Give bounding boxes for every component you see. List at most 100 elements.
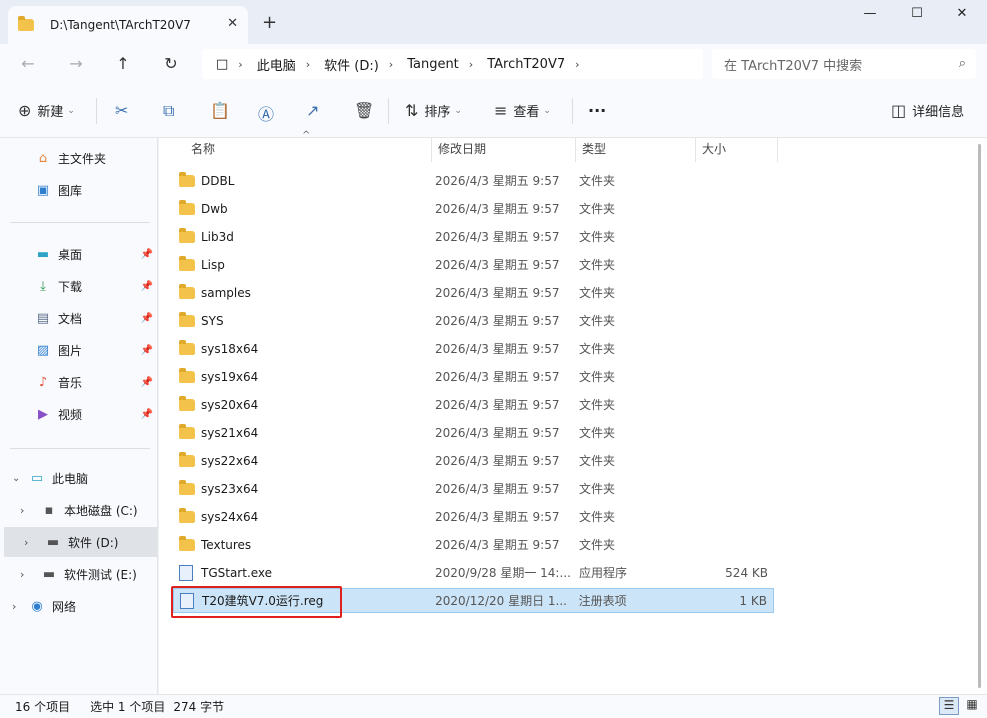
file-type: 文件夹 xyxy=(579,426,616,440)
table-row[interactable]: Lib3d 2026/4/3 星期五 9:57 文件夹 xyxy=(173,224,774,249)
sidebar-item-this-pc[interactable]: ⌄ ▭ 此电脑 xyxy=(0,463,157,493)
sidebar-item-drive-d[interactable]: › ▬ 软件 (D:) xyxy=(4,527,157,557)
sidebar-item-pictures[interactable]: ▨ 图片 📌 xyxy=(0,335,157,365)
search-input[interactable]: 在 TArchT20V7 中搜索 xyxy=(724,55,862,74)
sidebar-item-music[interactable]: ♪ 音乐 📌 xyxy=(0,367,157,397)
column-size[interactable]: 大小 xyxy=(696,138,778,162)
chevron-right-icon[interactable]: › xyxy=(306,58,310,71)
paste-button[interactable]: 📋 xyxy=(210,101,230,120)
sidebar-item-home[interactable]: ⌂ 主文件夹 xyxy=(0,143,157,173)
file-type: 文件夹 xyxy=(579,314,616,328)
breadcrumb-this-pc[interactable]: 此电脑 xyxy=(257,55,296,74)
view-button[interactable]: ≡ 查看 ⌄ xyxy=(494,101,551,120)
folder-icon xyxy=(179,311,195,327)
tab-close-icon[interactable]: ✕ xyxy=(227,16,238,31)
chevron-right-icon[interactable]: › xyxy=(238,58,242,71)
pin-icon[interactable]: 📌 xyxy=(141,377,153,388)
file-type: 文件夹 xyxy=(579,258,616,272)
sidebar-item-label: 文档 xyxy=(58,311,83,326)
pin-icon[interactable]: 📌 xyxy=(141,345,153,356)
back-button[interactable]: ← xyxy=(17,54,39,76)
sidebar-item-drive-c[interactable]: › ▪ 本地磁盘 (C:) xyxy=(0,495,157,525)
table-row[interactable]: Textures 2026/4/3 星期五 9:57 文件夹 xyxy=(173,532,774,557)
breadcrumb-tangent[interactable]: Tangent xyxy=(407,57,459,72)
sidebar-item-network[interactable]: › ◉ 网络 xyxy=(0,591,157,621)
folder-icon xyxy=(179,199,195,215)
sidebar-item-gallery[interactable]: ▣ 图库 xyxy=(0,175,157,205)
new-button[interactable]: ⊕ 新建 ⌄ xyxy=(18,101,75,120)
rename-button[interactable]: Ⓐ xyxy=(258,101,274,125)
sidebar-item-label: 主文件夹 xyxy=(58,151,107,166)
chevron-right-icon[interactable]: › xyxy=(469,58,473,71)
tab-current[interactable]: D:\Tangent\TArchT20V7 ✕ xyxy=(8,6,248,44)
share-button[interactable]: ↗ xyxy=(306,101,319,120)
chevron-down-icon[interactable]: ⌄ xyxy=(12,473,28,484)
forward-button[interactable]: → xyxy=(65,54,87,76)
folder-icon xyxy=(179,367,195,383)
sidebar-item-downloads[interactable]: ⤓ 下载 📌 xyxy=(0,271,157,301)
details-view-button[interactable]: ☰ xyxy=(939,697,959,715)
table-row[interactable]: DDBL 2026/4/3 星期五 9:57 文件夹 xyxy=(173,168,774,193)
table-row[interactable]: sys19x64 2026/4/3 星期五 9:57 文件夹 xyxy=(173,364,774,389)
file-name-cell: TGStart.exe xyxy=(173,564,435,581)
chevron-right-icon[interactable]: › xyxy=(575,58,579,71)
pin-icon[interactable]: 📌 xyxy=(141,409,153,420)
table-row[interactable]: TGStart.exe 2020/9/28 星期一 14:... 应用程序 524 K… xyxy=(173,560,774,585)
search-box[interactable]: 在 TArchT20V7 中搜索 ⌕ xyxy=(712,49,976,79)
minimize-button[interactable]: — xyxy=(850,6,890,26)
file-date: 2026/4/3 星期五 9:57 xyxy=(435,426,560,440)
column-date[interactable]: 修改日期 xyxy=(432,138,576,162)
chevron-right-icon[interactable]: › xyxy=(20,504,40,517)
column-header: 名称 修改日期 类型 大小 xyxy=(175,138,778,162)
table-row[interactable]: sys22x64 2026/4/3 星期五 9:57 文件夹 xyxy=(173,448,774,473)
breadcrumb-tarch[interactable]: TArchT20V7 xyxy=(487,57,565,72)
chevron-right-icon[interactable]: › xyxy=(389,58,393,71)
table-row[interactable]: Lisp 2026/4/3 星期五 9:57 文件夹 xyxy=(173,252,774,277)
delete-button[interactable]: 🗑 xyxy=(354,101,374,120)
maximize-button[interactable]: ☐ xyxy=(897,6,937,26)
pin-icon[interactable]: 📌 xyxy=(141,249,153,260)
up-button[interactable]: ↑ xyxy=(112,54,134,76)
pin-icon[interactable]: 📌 xyxy=(141,313,153,324)
table-row[interactable]: sys18x64 2026/4/3 星期五 9:57 文件夹 xyxy=(173,336,774,361)
pin-icon[interactable]: 📌 xyxy=(141,281,153,292)
table-row[interactable]: sys20x64 2026/4/3 星期五 9:57 文件夹 xyxy=(173,392,774,417)
breadcrumb-drive-d[interactable]: 软件 (D:) xyxy=(324,55,379,74)
details-pane-button[interactable]: ◫ 详细信息 xyxy=(891,101,964,120)
new-tab-button[interactable]: + xyxy=(262,12,277,33)
chevron-right-icon[interactable]: › xyxy=(20,568,40,581)
tiles-view-button[interactable]: ▦ xyxy=(962,697,982,715)
more-options-button[interactable]: ··· xyxy=(588,101,606,120)
network-icon: ◉ xyxy=(31,598,43,614)
sort-button[interactable]: ⇅ 排序 ⌄ xyxy=(405,101,462,120)
table-row[interactable]: Dwb 2026/4/3 星期五 9:57 文件夹 xyxy=(173,196,774,221)
sidebar-item-drive-e[interactable]: › ▬ 软件测试 (E:) xyxy=(0,559,157,589)
vertical-scrollbar[interactable] xyxy=(972,138,987,694)
selected-count: 选中 1 个项目 xyxy=(90,700,166,714)
file-date: 2026/4/3 星期五 9:57 xyxy=(435,174,560,188)
scrollbar-thumb[interactable] xyxy=(978,144,981,688)
cut-button[interactable]: ✂ xyxy=(115,101,128,120)
file-name: samples xyxy=(201,285,251,300)
copy-button[interactable]: ⧉ xyxy=(163,101,174,121)
table-row[interactable]: sys21x64 2026/4/3 星期五 9:57 文件夹 xyxy=(173,420,774,445)
chevron-right-icon[interactable]: › xyxy=(12,600,28,613)
sidebar-item-documents[interactable]: ▤ 文档 📌 xyxy=(0,303,157,333)
refresh-button[interactable]: ↻ xyxy=(160,54,182,76)
file-date: 2026/4/3 星期五 9:57 xyxy=(435,342,560,356)
column-name[interactable]: 名称 xyxy=(175,138,432,162)
navigation-pane: ⌂ 主文件夹 ▣ 图库 ▬ 桌面 📌 ⤓ 下载 📌 ▤ 文档 📌 ▨ 图片 📌 … xyxy=(0,138,158,694)
folder-icon xyxy=(179,451,195,467)
file-date: 2026/4/3 星期五 9:57 xyxy=(435,398,560,412)
sidebar-item-videos[interactable]: ▶ 视频 📌 xyxy=(0,399,157,429)
file-date: 2020/12/20 星期日 1... xyxy=(435,594,567,608)
table-row[interactable]: sys24x64 2026/4/3 星期五 9:57 文件夹 xyxy=(173,504,774,529)
address-bar[interactable]: □ › 此电脑 › 软件 (D:) › Tangent › TArchT20V7… xyxy=(202,49,703,79)
close-window-button[interactable]: ✕ xyxy=(942,6,982,26)
column-type[interactable]: 类型 xyxy=(576,138,696,162)
table-row[interactable]: SYS 2026/4/3 星期五 9:57 文件夹 xyxy=(173,308,774,333)
table-row[interactable]: sys23x64 2026/4/3 星期五 9:57 文件夹 xyxy=(173,476,774,501)
sidebar-item-desktop[interactable]: ▬ 桌面 📌 xyxy=(0,239,157,269)
chevron-right-icon[interactable]: › xyxy=(24,536,44,549)
table-row[interactable]: samples 2026/4/3 星期五 9:57 文件夹 xyxy=(173,280,774,305)
